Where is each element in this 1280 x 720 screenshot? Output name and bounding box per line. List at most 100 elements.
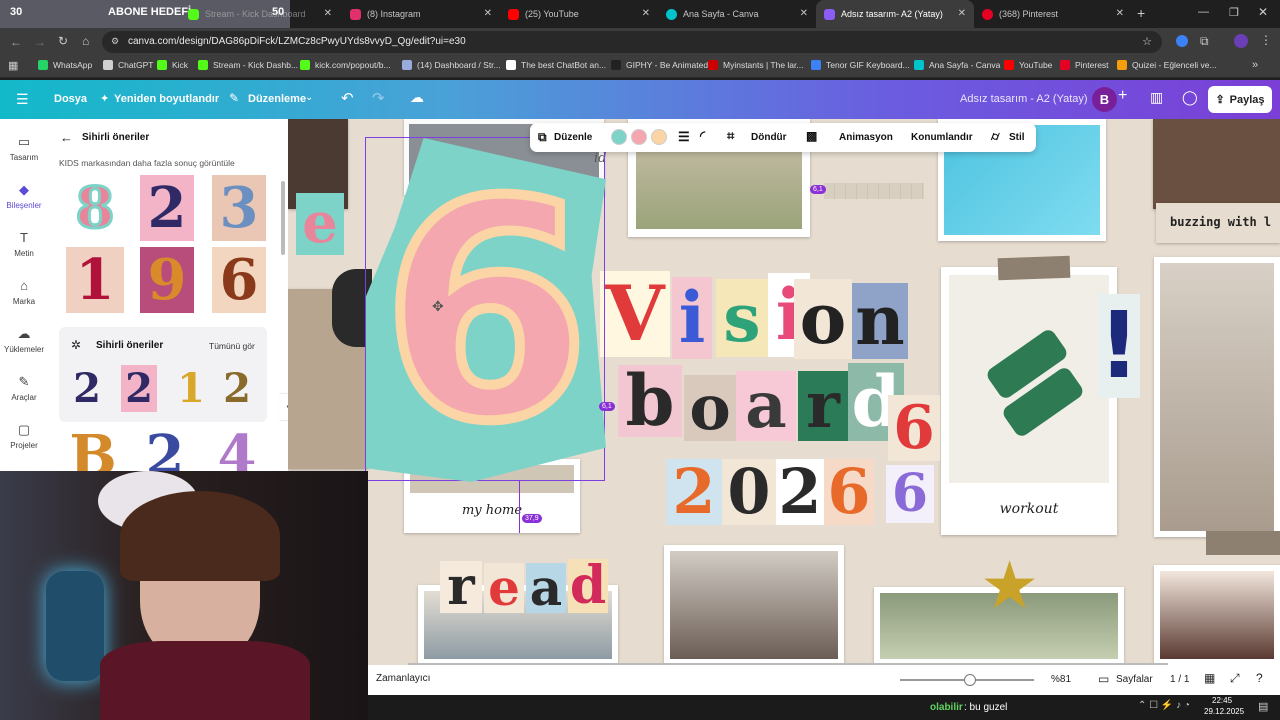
sticker-tile[interactable]: 2 xyxy=(215,365,259,413)
pages-button[interactable]: Sayfalar xyxy=(1116,674,1153,685)
bookmark-item[interactable]: YouTube xyxy=(1004,60,1052,70)
color-swatch[interactable] xyxy=(631,129,647,145)
rail-text[interactable]: T Metin xyxy=(0,231,48,259)
rail-elements[interactable]: ◆ Bileşenler xyxy=(0,183,48,211)
undo-icon[interactable]: ↶ xyxy=(341,89,354,107)
rail-tools[interactable]: ✎ Araçlar xyxy=(0,375,48,403)
comment-icon[interactable]: ◯ xyxy=(1182,89,1198,106)
sticker-tile[interactable]: 3 xyxy=(208,175,270,241)
big-six-sticker[interactable]: 6 xyxy=(366,143,606,483)
transparency-icon[interactable]: ▩ xyxy=(806,129,817,143)
bookmark-star-icon[interactable]: ☆ xyxy=(1142,35,1152,48)
rail-projects[interactable]: ▢ Projeler xyxy=(0,423,48,451)
tab-canva-home[interactable]: Ana Sayfa - Canva ✕ xyxy=(658,0,816,28)
editing-mode-button[interactable]: Düzenleme xyxy=(248,93,306,105)
photo-dumbbells[interactable]: workout xyxy=(941,267,1117,535)
site-info-icon[interactable]: ⚙ xyxy=(111,36,119,47)
resize-button[interactable]: Yeniden boyutlandır xyxy=(114,93,219,105)
bookmark-item[interactable]: Quizei - Eğlenceli ve... xyxy=(1117,60,1217,70)
position-button[interactable]: Konumlandır xyxy=(911,132,973,143)
extension-icon[interactable] xyxy=(1176,35,1188,47)
bookmark-item[interactable]: Tenor GIF Keyboard... xyxy=(811,60,910,70)
more-bookmarks-icon[interactable]: » xyxy=(1252,59,1258,71)
tab-instagram[interactable]: (8) Instagram ✕ xyxy=(342,0,500,28)
vision-letter-sticker[interactable]: V xyxy=(600,271,670,357)
minimize-icon[interactable]: — xyxy=(1198,6,1209,18)
insights-chart-icon[interactable]: ▥ xyxy=(1150,89,1163,106)
more-menu-icon[interactable]: ⋮ xyxy=(1260,33,1272,47)
vision-letter-sticker[interactable]: n xyxy=(852,283,908,359)
corner-rounding-icon[interactable]: ◜ xyxy=(700,128,705,144)
close-icon[interactable]: ✕ xyxy=(324,8,332,19)
sticker-tile[interactable]: 6 xyxy=(208,247,270,313)
selection-frame[interactable]: 6 ✥ 6,1 xyxy=(365,137,615,483)
back-arrow-icon[interactable]: ← xyxy=(60,130,73,145)
style-button[interactable]: Stil xyxy=(1009,132,1025,143)
hamburger-menu-icon[interactable]: ☰ xyxy=(16,91,29,108)
zoom-slider-thumb[interactable] xyxy=(964,674,976,686)
bookmark-item[interactable]: GIPHY - Be Animated xyxy=(611,60,708,70)
close-icon[interactable]: ✕ xyxy=(1116,8,1124,19)
help-icon[interactable]: ? xyxy=(1256,671,1263,685)
document-title[interactable]: Adsız tasarım - A2 (Yatay) xyxy=(960,93,1088,105)
board-letter-sticker[interactable]: r xyxy=(798,371,848,441)
share-button[interactable]: ⇪ Paylaş xyxy=(1208,86,1272,113)
read-letter-sticker[interactable]: e xyxy=(484,563,524,613)
cloud-save-icon[interactable]: ☁ xyxy=(410,89,424,106)
panel-subtitle[interactable]: KIDS markasından daha fazla sonuç görünt… xyxy=(59,158,235,168)
rail-brand[interactable]: ⌂ Marka xyxy=(0,279,48,307)
buzzing-text-sticker[interactable]: buzzing with l xyxy=(1156,203,1280,243)
bookmark-item[interactable]: Stream - Kick Dashb... xyxy=(198,60,298,70)
bookmark-item[interactable]: kick.com/popout/b... xyxy=(300,60,391,70)
read-letter-sticker[interactable]: r xyxy=(440,561,482,613)
washi-tape[interactable] xyxy=(1206,531,1280,555)
read-letter-sticker[interactable]: d xyxy=(568,559,608,613)
new-tab-icon[interactable]: + xyxy=(1137,5,1145,21)
crop-icon[interactable]: ⌗ xyxy=(727,128,734,144)
user-avatar[interactable]: B xyxy=(1092,87,1117,112)
window-close-icon[interactable]: ✕ xyxy=(1258,5,1268,19)
board-letter-sticker[interactable]: a xyxy=(736,371,796,441)
redo-icon[interactable]: ↷ xyxy=(372,89,385,107)
sticker-tile[interactable]: 9 xyxy=(136,247,198,313)
see-all-link[interactable]: Tümünü gör xyxy=(209,341,255,351)
grid-paper-strip[interactable] xyxy=(824,183,924,199)
color-swatch[interactable] xyxy=(651,129,667,145)
vision-letter-sticker[interactable]: s xyxy=(716,279,768,357)
sticker-tile[interactable]: 2 xyxy=(117,365,161,413)
panel-scrollbar[interactable] xyxy=(281,181,285,255)
close-icon[interactable]: ✕ xyxy=(642,8,650,19)
vision-letter-sticker[interactable]: o xyxy=(794,279,852,359)
tab-kick[interactable]: Stream - Kick Dashboard ✕ xyxy=(180,0,340,28)
sticker-tile[interactable]: 2 xyxy=(65,365,109,413)
year-digit-sticker[interactable]: 6 xyxy=(824,459,874,525)
close-icon[interactable]: ✕ xyxy=(958,8,966,19)
back-icon[interactable]: ← xyxy=(10,35,22,49)
close-icon[interactable]: ✕ xyxy=(484,8,492,19)
animate-button[interactable]: Animasyon xyxy=(839,132,893,143)
url-field[interactable]: ⚙ canva.com/design/DAG86pDiFck/LZMCz8cPw… xyxy=(102,31,1162,53)
zoom-slider[interactable] xyxy=(900,674,1034,686)
bookmark-item[interactable]: Ana Sayfa - Canva xyxy=(914,60,1000,70)
washi-tape[interactable] xyxy=(997,255,1071,281)
bookmark-item[interactable]: WhatsApp xyxy=(38,60,92,70)
board-letter-sticker[interactable]: o xyxy=(684,375,736,441)
year-digit-sticker[interactable]: 0 xyxy=(722,459,776,525)
photo-headphones[interactable] xyxy=(1154,565,1280,665)
bookmark-item[interactable]: Myinstants | The lar... xyxy=(708,60,803,70)
bookmark-item[interactable]: (14) Dashboard / Str... xyxy=(402,60,501,70)
tab-youtube[interactable]: (25) YouTube ✕ xyxy=(500,0,658,28)
extensions-puzzle-icon[interactable]: ⧉ xyxy=(1200,34,1209,49)
home-icon[interactable]: ⌂ xyxy=(82,34,89,48)
small-six-sticker[interactable]: 6 xyxy=(886,465,934,523)
exclamation-sticker[interactable]: ! xyxy=(1098,294,1140,398)
chevron-down-icon[interactable]: ⌄ xyxy=(305,92,313,103)
apps-grid-icon[interactable]: ▦ xyxy=(8,59,18,72)
sticker-tile[interactable]: 1 xyxy=(169,365,213,413)
zoom-level[interactable]: %81 xyxy=(1051,674,1071,685)
board-letter-sticker[interactable]: b xyxy=(618,365,682,437)
timer-button[interactable]: Zamanlayıcı xyxy=(376,673,430,684)
close-icon[interactable]: ✕ xyxy=(800,8,808,19)
star-icon[interactable]: ★ xyxy=(980,552,1040,618)
letter-sticker-e[interactable]: e xyxy=(296,193,344,255)
